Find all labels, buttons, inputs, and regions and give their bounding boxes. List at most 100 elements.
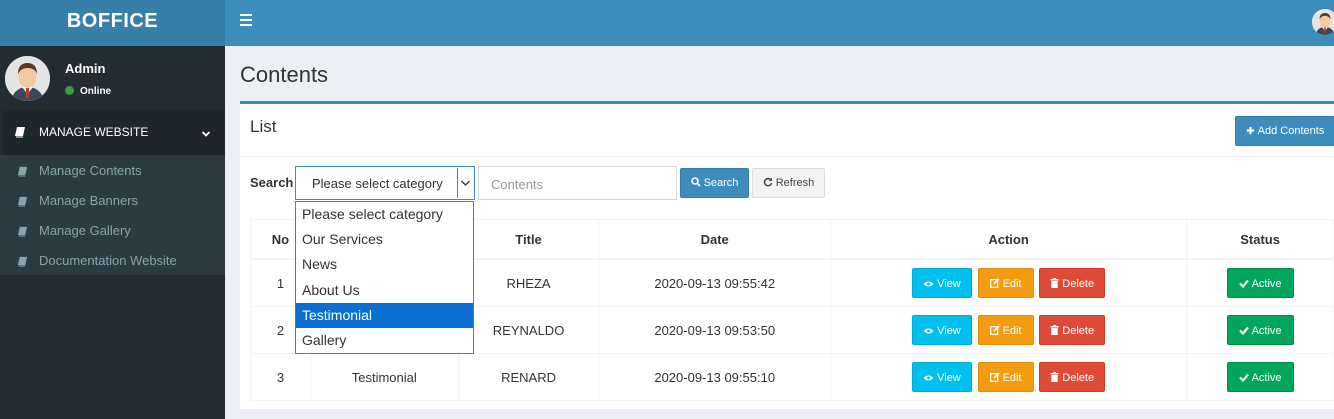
hamburger-menu-icon[interactable] [240, 14, 252, 28]
trash-icon [1050, 317, 1059, 347]
refresh-button[interactable]: Refresh [752, 168, 825, 198]
table-row: 3 Testimonial RENARD 2020-09-13 09:55:10… [250, 353, 1334, 401]
submenu: Manage Contents Manage Banners Manage Ga… [0, 155, 225, 275]
edit-icon [989, 317, 1000, 347]
cell-actions: View Edit Delete [829, 306, 1188, 354]
sidebar-item-manage-banners[interactable]: Manage Banners [0, 185, 225, 215]
contents-placeholder: Contents [491, 177, 544, 192]
status-badge[interactable]: Active [1226, 315, 1294, 347]
view-button[interactable]: View [911, 268, 972, 300]
edit-label: Edit [1002, 372, 1022, 384]
dropdown-option-highlighted[interactable]: Testimonial [296, 302, 473, 328]
edit-icon [989, 364, 1000, 394]
online-status-icon [65, 86, 74, 95]
dropdown-option[interactable]: Our Services [296, 227, 473, 252]
dropdown-option[interactable]: Gallery [296, 328, 473, 353]
book-icon [17, 194, 28, 212]
menu-manage-website[interactable]: MANAGE WEBSITE [0, 110, 225, 155]
cell-category: Testimonial [309, 353, 459, 401]
edit-icon [989, 270, 1000, 300]
plus-icon [1246, 118, 1255, 145]
sidebar-item-documentation-website[interactable]: Documentation Website [0, 245, 225, 275]
cell-title: RENARD [457, 353, 600, 401]
delete-button[interactable]: Delete [1039, 315, 1106, 347]
category-dropdown-list: Please select category Our Services News… [295, 201, 474, 354]
divider [240, 156, 1334, 157]
delete-button[interactable]: Delete [1039, 268, 1106, 298]
category-select[interactable]: Please select category [295, 166, 475, 200]
view-button[interactable]: View [911, 362, 972, 394]
contents-search-input[interactable]: Contents [478, 166, 677, 200]
status-label: Active [1251, 278, 1282, 290]
user-name: Admin [65, 61, 106, 76]
eye-icon [923, 364, 934, 394]
brand-title: BOFFICE [66, 10, 159, 32]
trash-icon [1050, 364, 1059, 394]
cell-date: 2020-09-13 09:55:42 [598, 258, 831, 307]
box-title: List [250, 117, 277, 136]
check-icon [1238, 317, 1249, 347]
brand-logo[interactable]: BOFFICE [0, 0, 225, 46]
view-button[interactable]: View [911, 315, 972, 347]
check-icon [1238, 364, 1249, 394]
dropdown-option[interactable]: About Us [296, 278, 473, 303]
user-status: Online [65, 86, 111, 97]
cell-status: Active [1186, 306, 1334, 354]
delete-label: Delete [1062, 372, 1095, 384]
status-label: Active [1251, 325, 1282, 337]
cell-status: Active [1186, 353, 1334, 401]
book-icon [17, 164, 28, 182]
cell-title: REYNALDO [457, 306, 600, 354]
cell-date: 2020-09-13 09:53:50 [598, 306, 831, 354]
delete-label: Delete [1062, 278, 1095, 290]
status-badge[interactable]: Active [1226, 362, 1294, 394]
avatar [5, 56, 50, 101]
search-icon [690, 170, 701, 198]
category-select-value: Please select category [312, 176, 443, 191]
chevron-down-icon [457, 168, 473, 198]
search-button[interactable]: Search [680, 168, 749, 198]
column-header-date: Date [598, 219, 831, 260]
book-icon [17, 254, 28, 272]
book-icon [14, 125, 26, 143]
cell-actions: View Edit Delete [829, 258, 1188, 307]
sidebar-item-label: Manage Banners [39, 193, 139, 208]
status-label: Active [1251, 372, 1282, 384]
refresh-icon [763, 170, 773, 198]
delete-button[interactable]: Delete [1039, 362, 1106, 394]
view-label: View [937, 325, 961, 337]
sidebar-item-label: Manage Contents [39, 163, 142, 178]
cell-status: Active [1186, 258, 1334, 307]
column-header-title: Title [457, 219, 600, 260]
add-contents-button[interactable]: Add Contents [1235, 116, 1334, 146]
edit-button[interactable]: Edit [977, 315, 1034, 347]
eye-icon [923, 270, 934, 300]
sidebar: Admin Online MANAGE WEBSITE Manage Conte… [0, 46, 225, 419]
eye-icon [923, 317, 934, 347]
user-avatar-icon[interactable] [1312, 9, 1334, 35]
sidebar-item-label: Manage Gallery [39, 223, 131, 238]
edit-button[interactable]: Edit [977, 362, 1034, 394]
user-status-label: Online [80, 86, 112, 97]
top-navbar [225, 0, 1334, 46]
dropdown-option[interactable]: Please select category [296, 202, 473, 227]
book-icon [17, 224, 28, 242]
search-button-label: Search [703, 177, 739, 189]
edit-label: Edit [1002, 325, 1022, 337]
sidebar-item-manage-contents[interactable]: Manage Contents [0, 155, 225, 185]
cell-title: RHEZA [457, 258, 600, 307]
edit-button[interactable]: Edit [977, 268, 1034, 300]
column-header-action: Action [829, 219, 1188, 260]
sidebar-item-manage-gallery[interactable]: Manage Gallery [0, 215, 225, 245]
dropdown-option[interactable]: News [296, 252, 473, 277]
menu-manage-website-label: MANAGE WEBSITE [39, 125, 149, 139]
cell-no: 3 [250, 353, 311, 401]
status-badge[interactable]: Active [1226, 268, 1294, 300]
sidebar-item-label: Documentation Website [39, 253, 177, 268]
cell-date: 2020-09-13 09:55:10 [598, 353, 831, 401]
cell-actions: View Edit Delete [829, 353, 1188, 401]
page-title: Contents [240, 62, 329, 87]
check-icon [1238, 270, 1249, 300]
refresh-button-label: Refresh [775, 177, 815, 189]
view-label: View [937, 372, 961, 384]
